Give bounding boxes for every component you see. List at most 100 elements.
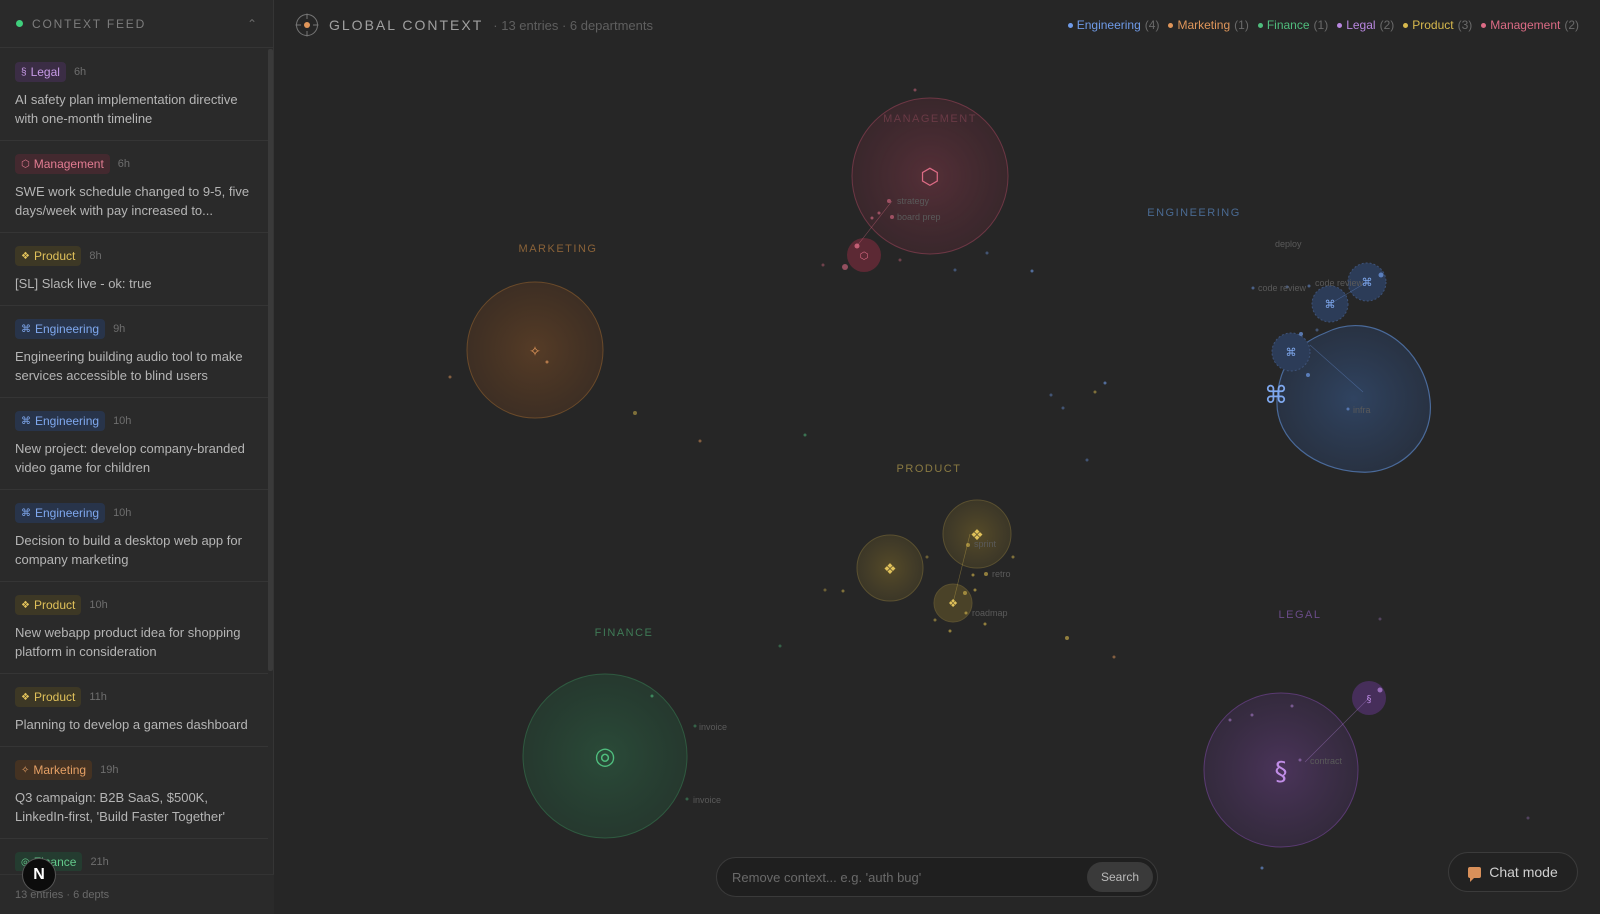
department-cluster-legal[interactable]: contract LEGAL § § (1203, 609, 1386, 848)
global-context-icon (295, 13, 319, 37)
management-node-label: board prep (897, 212, 941, 222)
app-logo-button[interactable]: N (22, 858, 56, 892)
context-graph-canvas[interactable]: strategy board prep MANAGEMENT ⬡ ⬡ MARKE… (275, 50, 1600, 914)
finance-node-label: invoice (693, 795, 721, 805)
department-cluster-product[interactable]: sprint retro roadmap PRODUCT ❖ ❖ ❖ (841, 463, 1015, 633)
context-feed-header[interactable]: CONTEXT FEED ⌃ (0, 0, 273, 48)
legend-dot (1337, 22, 1343, 28)
department-badge-engineering[interactable]: ⌘ Engineering (15, 411, 106, 431)
page-subtitle: · 13 entries · 6 departments (493, 17, 653, 33)
department-badge-engineering[interactable]: ⌘ Engineering (15, 503, 106, 523)
chat-bubble-icon (1468, 866, 1482, 882)
legend-count: (1) (1313, 18, 1329, 32)
legend-item-legal[interactable]: Legal (2) (1337, 18, 1394, 32)
department-label-product: PRODUCT (897, 463, 962, 475)
management-node-dot[interactable] (842, 264, 848, 270)
department-badge-label: Engineering (35, 414, 100, 428)
department-icon: ❖ (21, 250, 30, 262)
search-button[interactable]: Search (1086, 862, 1153, 892)
feed-item-text: Planning to develop a games dashboard (15, 717, 248, 732)
legend-item-finance[interactable]: Finance (1) (1257, 18, 1329, 32)
legend-label: Marketing (1177, 18, 1231, 32)
feed-item-text: AI safety plan implementation directive … (15, 92, 238, 126)
feed-item-time: 6h (117, 158, 131, 170)
feed-item-header: ⌘ Engineering 9h (15, 319, 254, 339)
legend-dot (1168, 22, 1174, 28)
feed-item-header: ❖ Product 10h (15, 595, 254, 615)
section-sign-icon: § (1367, 694, 1372, 705)
section-sign-icon: § (1275, 757, 1288, 787)
feed-item[interactable]: ⌘ Engineering 9h Engineering building audio… (0, 306, 268, 398)
feed-item-header: ❖ Product 11h (15, 687, 254, 707)
legend-count: (2) (1379, 18, 1395, 32)
legend-label: Product (1412, 18, 1454, 32)
legend-dot (1257, 22, 1263, 28)
department-label-marketing: MARKETING (519, 243, 598, 255)
feed-item[interactable]: § Legal 6h AI safety plan implementation di… (0, 49, 268, 141)
legend-label: Management (1490, 18, 1561, 32)
legend-count: (1) (1234, 18, 1249, 32)
feed-item-text: [SL] Slack live - ok: true (15, 276, 152, 291)
remove-context-input[interactable] (732, 869, 1087, 885)
feed-item-time: 19h (100, 764, 119, 776)
feed-item-time: 10h (113, 415, 132, 427)
feed-scrollbar[interactable] (268, 49, 273, 671)
sparkle-icon: ✧ (529, 344, 541, 360)
department-badge-legal[interactable]: § Legal (15, 62, 66, 82)
feed-item[interactable]: ❖ Product 10h New webapp product idea for s… (0, 582, 268, 674)
diamond-cluster-icon: ❖ (883, 560, 896, 578)
department-badge-management[interactable]: ⬡ Management (15, 154, 110, 174)
department-badge-label: Engineering (35, 322, 100, 336)
department-badge-product[interactable]: ❖ Product (15, 246, 82, 266)
department-cluster-management[interactable]: strategy board prep MANAGEMENT ⬡ ⬡ (842, 97, 1009, 272)
feed-item-header: ⌘ Engineering 10h (15, 503, 254, 523)
command-icon: ⌘ (1264, 381, 1288, 409)
engineering-node-label: code review (1258, 283, 1307, 293)
feed-item-time: 10h (113, 507, 132, 519)
legal-node-label: contract (1310, 756, 1343, 766)
legend-label: Engineering (1076, 18, 1141, 32)
department-badge-label: Product (33, 598, 76, 612)
department-badge-marketing[interactable]: ✧ Marketing (15, 760, 93, 780)
legend-count: (4) (1144, 18, 1160, 32)
engineering-node-label: infra (1353, 405, 1371, 415)
legend-count: (3) (1457, 18, 1473, 32)
department-badge-product[interactable]: ❖ Product (15, 595, 82, 615)
department-icon: ❖ (21, 599, 30, 611)
department-badge-engineering[interactable]: ⌘ Engineering (15, 319, 106, 339)
feed-item-time: 21h (90, 856, 109, 868)
chevron-up-icon[interactable]: ⌃ (247, 17, 257, 31)
department-badge-label: Marketing (33, 763, 87, 777)
feed-item[interactable]: ✧ Marketing 19h Q3 campaign: B2B SaaS, $500… (0, 747, 268, 839)
department-icon: ❖ (21, 691, 30, 703)
legend-item-engineering[interactable]: Engineering (4) (1067, 18, 1160, 32)
feed-item-header: ⌘ Engineering 10h (15, 411, 254, 431)
engineering-node-label: deploy (1275, 239, 1302, 249)
department-cluster-marketing[interactable]: MARKETING ✧ (466, 243, 604, 419)
feed-item[interactable]: ❖ Product 8h [SL] Slack live - ok: true (0, 233, 268, 306)
department-icon: § (21, 66, 27, 78)
feed-item-text: Decision to build a desktop web app for … (15, 533, 242, 567)
context-feed-sidebar: CONTEXT FEED ⌃ § Legal 6h AI safety plan im… (0, 0, 274, 914)
legend-label: Finance (1266, 18, 1310, 32)
feed-item-time: 6h (73, 66, 87, 78)
department-cluster-finance[interactable]: invoice invoice FINANCE ◎ (522, 627, 727, 839)
department-cluster-engineering[interactable]: deploy code review code review infra ENG… (1147, 207, 1431, 473)
feed-item-header: ❖ Product 8h (15, 246, 254, 266)
context-feed-list: § Legal 6h AI safety plan implementation di… (0, 49, 268, 871)
department-icon: ⌘ (21, 507, 31, 519)
legend-item-product[interactable]: Product (3) (1403, 18, 1472, 32)
feed-item[interactable]: ⌘ Engineering 10h New project: develop comp… (0, 398, 268, 490)
department-icon: ⬡ (21, 158, 30, 170)
legend-item-management[interactable]: Management (2) (1481, 18, 1579, 32)
department-badge-product[interactable]: ❖ Product (15, 687, 82, 707)
feed-item[interactable]: ⌘ Engineering 10h Decision to build a deskt… (0, 490, 268, 582)
feed-item[interactable]: ⬡ Management 6h SWE work schedule changed t… (0, 141, 268, 233)
product-node-label: roadmap (972, 608, 1008, 618)
chat-mode-button[interactable]: Chat mode (1448, 852, 1578, 892)
feed-item[interactable]: ❖ Product 11h Planning to develop a games d… (0, 674, 268, 747)
department-label-management: MANAGEMENT (883, 113, 977, 125)
legend-item-marketing[interactable]: Marketing (1) (1168, 18, 1249, 32)
product-node-label: retro (992, 569, 1011, 579)
feed-item-text: New project: develop company-branded vid… (15, 441, 245, 475)
